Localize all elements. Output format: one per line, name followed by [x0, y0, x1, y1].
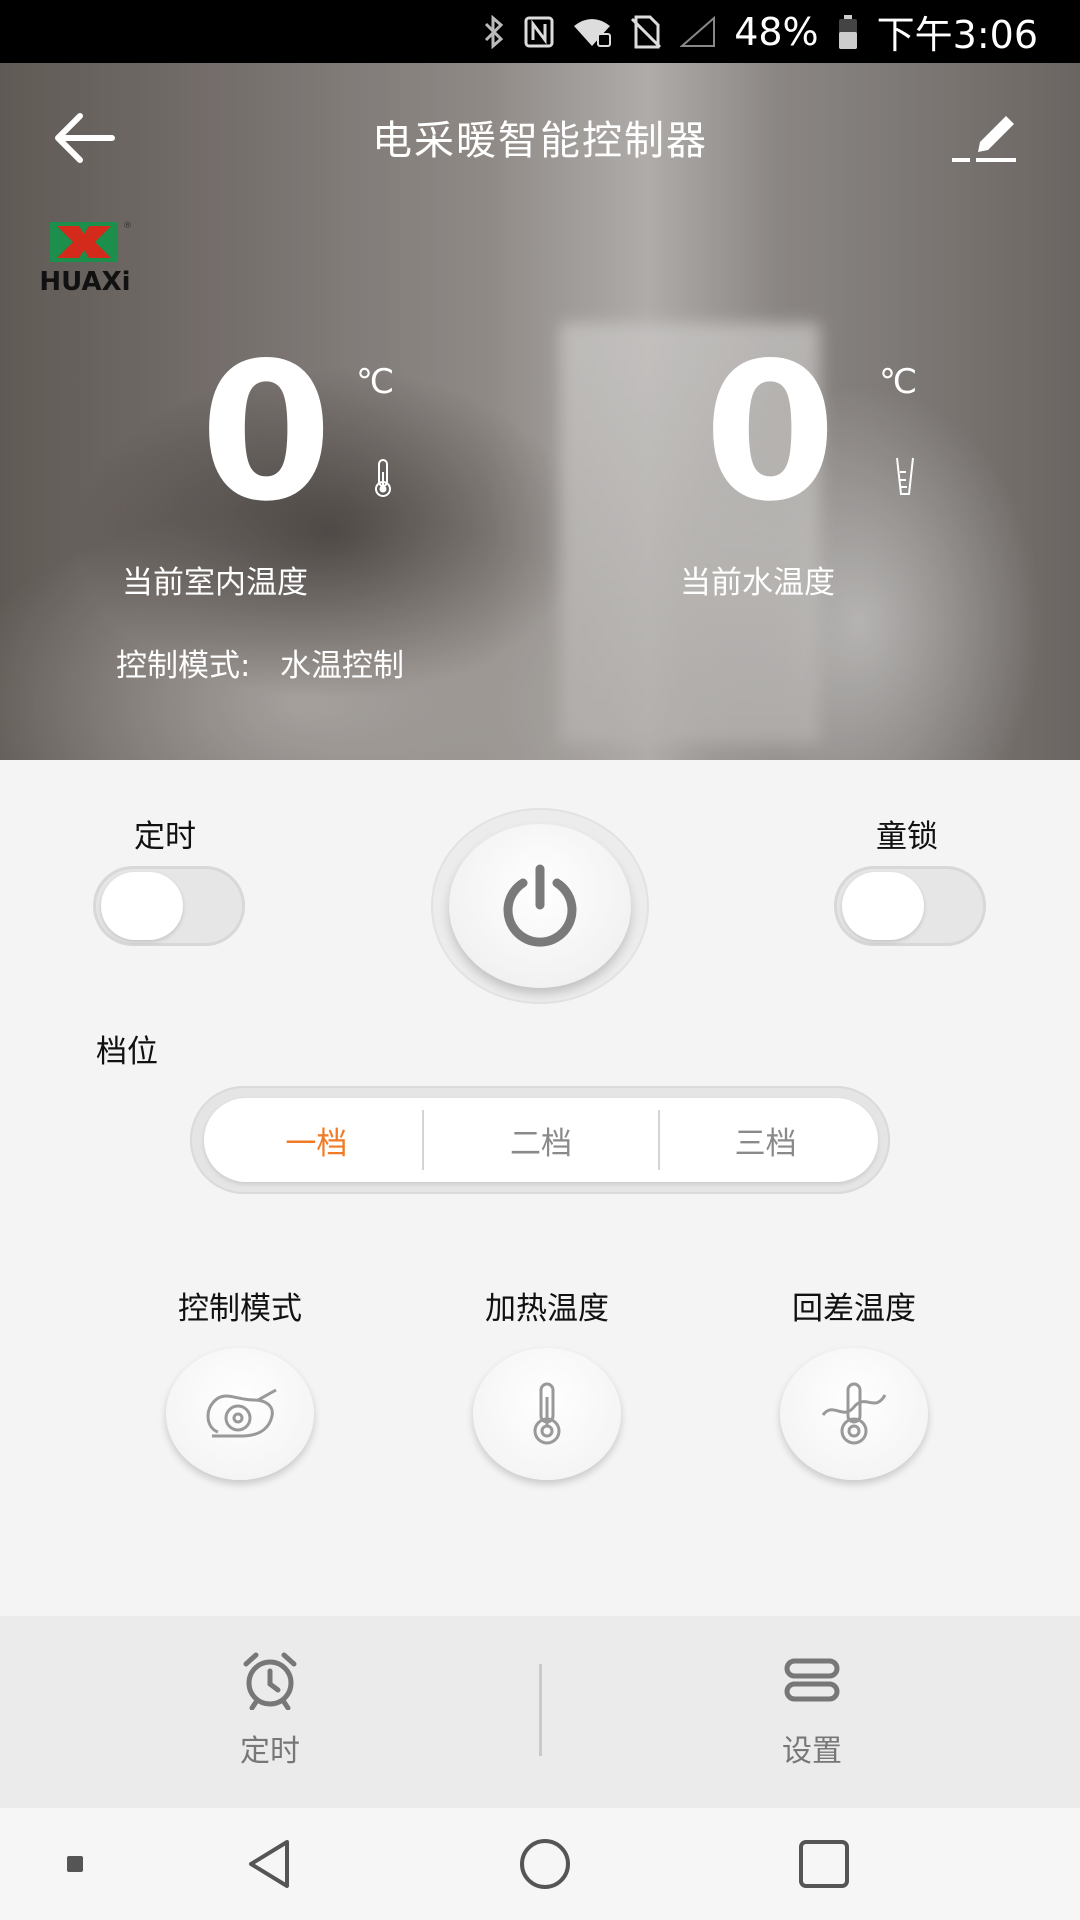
hysteresis-temperature-button[interactable] [780, 1348, 928, 1480]
tab-settings[interactable]: 设置 [662, 1616, 962, 1808]
water-temperature-value: 0 [704, 322, 837, 543]
clock-time: 下午3:06 [876, 13, 1038, 57]
water-temperature-label: 当前水温度 [680, 565, 835, 601]
back-triangle-icon [249, 1840, 289, 1888]
timer-toggle[interactable] [93, 866, 245, 946]
mode-icon [206, 1388, 277, 1438]
indoor-temperature-label: 当前室内温度 [122, 565, 308, 601]
indoor-temperature-value: 0 [200, 322, 333, 543]
page-title: 电采暖智能控制器 [372, 118, 708, 164]
child-lock-toggle[interactable] [834, 866, 986, 946]
gear-label: 档位 [96, 1034, 158, 1070]
home-circle-icon [520, 1839, 570, 1889]
gear-selector: 一档 二档 三档 [204, 1098, 878, 1182]
huaxi-logo: ® HUAXi [33, 216, 138, 297]
edit-pencil-icon [952, 116, 1016, 162]
bottom-tab-bar: 定时 设置 [0, 1616, 1080, 1808]
nav-back-button[interactable] [240, 1832, 300, 1896]
water-temperature-unit: ℃ [879, 362, 918, 402]
gear-option-2[interactable]: 二档 [429, 1098, 654, 1182]
indoor-temperature-unit: ℃ [356, 362, 395, 402]
heating-temperature-label: 加热温度 [485, 1291, 609, 1327]
battery-percent: 48% [734, 9, 819, 54]
alarm-clock-icon [238, 1648, 302, 1712]
svg-text:®: ® [123, 221, 132, 231]
nfc-icon [524, 16, 554, 48]
timer-toggle-label: 定时 [134, 819, 196, 855]
gear-option-1[interactable]: 一档 [204, 1098, 429, 1182]
bluetooth-icon [482, 14, 506, 49]
status-bar: 48% 下午3:06 [0, 0, 1080, 63]
tab-timer[interactable]: 定时 [120, 1616, 420, 1808]
settings-icon [780, 1648, 844, 1712]
power-button[interactable] [449, 824, 631, 988]
gear-option-3[interactable]: 三档 [653, 1098, 878, 1182]
control-mode-value: 水温控制 [280, 648, 405, 684]
water-cup-icon [894, 456, 916, 502]
hysteresis-temperature-label: 回差温度 [792, 1291, 916, 1327]
child-lock-toggle-label: 童锁 [876, 819, 938, 855]
tab-settings-label: 设置 [782, 1734, 842, 1769]
svg-text:HUAXi: HUAXi [39, 267, 130, 296]
control-mode-label: 控制模式: [116, 648, 251, 684]
heating-temperature-button[interactable] [473, 1348, 621, 1480]
nav-home-button[interactable] [515, 1832, 575, 1896]
edit-button[interactable] [950, 108, 1020, 168]
recent-dot-button[interactable] [60, 1832, 90, 1896]
thermometer-icon [533, 1382, 561, 1445]
signal-icon [680, 15, 716, 48]
control-mode-status: 控制模式: 水温控制 [116, 640, 404, 685]
system-navigation-bar [0, 1808, 1080, 1920]
nav-overview-button[interactable] [794, 1832, 854, 1896]
hysteresis-thermometer-icon [821, 1382, 887, 1445]
battery-icon [837, 14, 859, 50]
power-icon [503, 864, 577, 947]
thermometer-icon [372, 458, 394, 502]
no-sim-icon [630, 15, 662, 49]
tab-timer-label: 定时 [240, 1734, 300, 1769]
tab-divider [539, 1664, 542, 1756]
wifi-icon [572, 16, 612, 48]
overview-square-icon [799, 1840, 849, 1888]
control-mode-function-label: 控制模式 [178, 1291, 302, 1327]
recent-dot-icon [67, 1856, 83, 1872]
control-mode-button[interactable] [166, 1348, 314, 1480]
